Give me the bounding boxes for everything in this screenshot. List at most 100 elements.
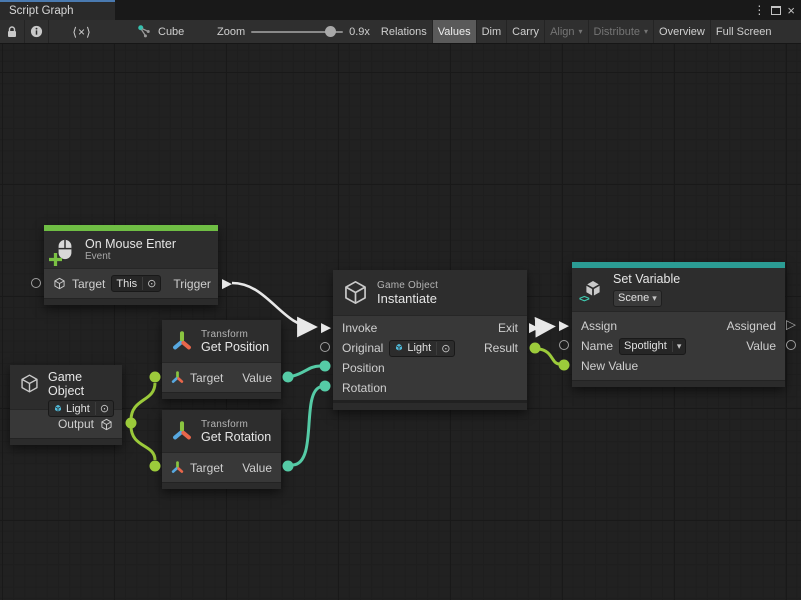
node-instantiate[interactable]: Game Object Instantiate Invoke Exit Orig… [333,270,527,410]
fullscreen-button[interactable]: Full Screen [710,20,777,43]
variable-scope-dropdown[interactable]: Scene ▾ [613,290,662,307]
maximize-icon[interactable] [771,6,781,15]
rotation-port-label: Rotation [342,381,387,395]
transform-icon [171,330,193,352]
overview-button[interactable]: Overview [653,20,710,43]
values-button[interactable]: Values [432,20,476,43]
port-instantiate-result[interactable] [530,343,541,354]
port-game-object-output[interactable] [126,418,137,429]
port-on-mouse-enter-target[interactable] [31,278,41,288]
node-subtitle: Event [85,251,176,262]
node-title: Get Rotation [201,430,271,444]
port-get-position-target[interactable] [150,372,161,383]
original-port-label: Original [342,341,383,355]
port-get-rotation-target[interactable] [150,461,161,472]
target-port-label: Target [190,461,223,475]
node-footer [333,400,527,410]
dim-button[interactable]: Dim [476,20,507,43]
graph-asset-icon [137,24,152,39]
assign-port-label: Assign [581,319,617,333]
variable-brackets-icon: <> [579,294,589,305]
relations-button[interactable]: Relations [376,20,432,43]
node-title: Set Variable [613,272,680,286]
node-on-mouse-enter[interactable]: On Mouse Enter Event Target This ⊙ Trigg… [44,225,218,305]
invoke-port-label: Invoke [342,321,377,335]
exit-port-label: Exit [498,321,518,335]
unity-variable-icon: <> [581,277,605,303]
unity-object-icon [53,404,63,414]
cube-icon [53,277,66,290]
node-category: Transform [201,329,269,340]
port-instantiate-original[interactable] [320,342,330,352]
zoom-slider[interactable] [251,31,343,33]
object-picker-icon[interactable]: ⊙ [142,277,156,290]
position-port-label: Position [342,361,385,375]
align-button[interactable]: Align▾ [544,20,587,43]
kebab-menu-icon[interactable]: ⋮ [753,3,765,17]
cube-icon [342,279,369,306]
node-footer [10,438,122,445]
node-category: Game Object [377,280,438,291]
assigned-port-label: Assigned [727,319,776,333]
port-instantiate-exit[interactable]: ▶ [529,321,539,334]
cube-icon [100,418,113,431]
port-set-variable-name[interactable] [559,340,569,350]
embed-graph-button[interactable]: ⟨×⟩ [48,20,115,43]
node-get-position[interactable]: Transform Get Position Target Value [162,320,281,399]
lock-button[interactable] [0,20,24,43]
original-value-chip[interactable]: Light ⊙ [389,340,455,357]
variable-name-dropdown[interactable]: Spotlight ▾ [619,338,686,355]
breadcrumb-graph-name: Cube [158,26,184,38]
breadcrumb[interactable]: Cube [137,20,197,43]
target-port-label: Target [72,277,105,291]
trigger-port-label: Trigger [173,277,211,291]
chevron-down-icon: ▾ [579,27,583,36]
target-value-chip[interactable]: This ⊙ [111,275,161,292]
target-port-label: Target [190,371,223,385]
chevron-down-icon: ▾ [652,293,657,304]
carry-button[interactable]: Carry [506,20,544,43]
game-object-value-chip[interactable]: Light ⊙ [48,400,114,417]
port-get-rotation-value[interactable] [283,461,294,472]
tab-script-graph[interactable]: Script Graph [0,0,115,20]
close-icon[interactable]: × [787,4,795,17]
port-get-position-value[interactable] [283,372,294,383]
port-instantiate-position[interactable] [320,361,331,372]
zoom-slider-handle[interactable] [325,26,336,37]
port-set-variable-assigned[interactable]: ▷ [786,318,796,331]
node-game-object-literal[interactable]: Game Object Light ⊙ Output [10,365,122,445]
transform-icon [171,371,184,384]
info-icon [30,25,43,38]
transform-icon [171,420,193,442]
node-footer [44,298,218,305]
port-set-variable-new-value[interactable] [559,360,570,371]
object-picker-icon[interactable]: ⊙ [95,402,109,415]
value-port-label: Value [242,461,272,475]
chevron-down-icon: ▾ [644,27,648,36]
zoom-value: 0.9x [349,26,370,38]
value-port-label: Value [242,371,272,385]
node-get-rotation[interactable]: Transform Get Rotation Target Value [162,410,281,489]
mouse-event-icon [53,236,77,264]
cube-icon [19,373,40,394]
node-footer [572,380,785,387]
connection-exit-to-assign[interactable] [541,327,552,328]
chevron-down-icon[interactable]: ▾ [672,341,682,352]
name-port-label: Name [581,339,613,353]
port-set-variable-assign[interactable]: ▶ [559,319,569,332]
port-set-variable-value[interactable] [786,340,796,350]
node-title: Game Object [48,370,114,398]
code-icon: ⟨×⟩ [72,25,91,39]
node-footer [162,482,281,489]
node-footer [162,392,281,399]
port-instantiate-invoke[interactable]: ▶ [321,321,331,334]
info-button[interactable] [24,20,48,43]
object-picker-icon[interactable]: ⊙ [436,342,450,355]
node-set-variable[interactable]: <> Set Variable Scene ▾ Assign As [572,262,785,387]
port-instantiate-rotation[interactable] [320,381,331,392]
port-on-mouse-enter-trigger[interactable]: ▶ [222,277,232,290]
distribute-button[interactable]: Distribute▾ [588,20,653,43]
script-graph-window: Script Graph ⋮ × ⟨×⟩ Cube [0,0,801,600]
graph-toolbar: ⟨×⟩ Cube Zoom 0.9x Relations Values Dim … [0,20,801,44]
zoom-label: Zoom [217,26,245,38]
